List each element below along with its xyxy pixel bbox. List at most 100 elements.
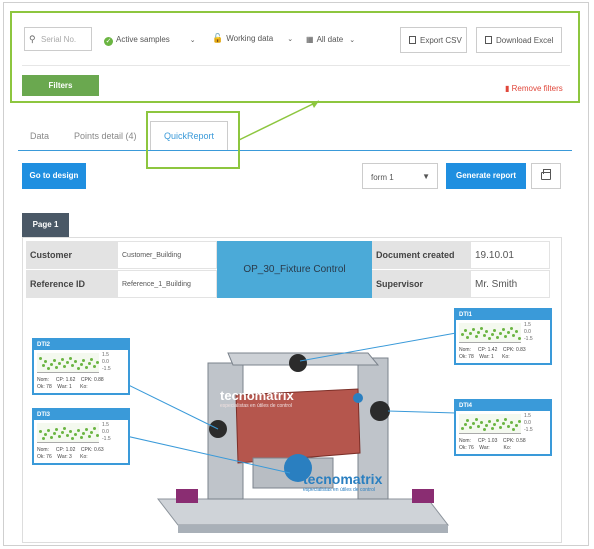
active-samples-dropdown[interactable]: ✓ Active samples ⌄	[104, 35, 196, 46]
supervisor-label: Supervisor	[372, 270, 470, 298]
trend-point	[93, 365, 96, 368]
trend-point	[515, 330, 518, 333]
logo-upper: tecnomatrix especialistas en útiles de c…	[220, 388, 330, 409]
trend-point	[493, 329, 497, 332]
chevron-down-icon: ⌄	[287, 36, 294, 43]
tab-data[interactable]: Data	[30, 131, 49, 141]
trend-point	[52, 359, 56, 362]
filter-panel: ⚲ Serial No. ✓ Active samples ⌄ 🔓 Working d…	[10, 11, 580, 103]
trend-point	[66, 361, 69, 364]
trend-point	[87, 435, 91, 438]
serial-number-input[interactable]: ⚲ Serial No.	[24, 27, 92, 51]
supervisor-value: Mr. Smith	[470, 270, 550, 298]
print-button[interactable]	[531, 163, 561, 189]
trend-point	[474, 335, 478, 338]
trend-point	[71, 364, 75, 367]
trend-point	[466, 336, 470, 339]
page-tab[interactable]: Page 1	[22, 213, 69, 237]
chevron-down-icon: ⌄	[189, 37, 196, 44]
working-data-dropdown[interactable]: 🔓 Working data ⌄	[212, 33, 293, 44]
trend-point	[471, 328, 475, 331]
trend-point	[461, 333, 464, 336]
trend-point	[47, 367, 51, 370]
export-csv-button[interactable]: Export CSV	[400, 27, 467, 53]
dti-scale: 1.5 0.0 -1.5	[524, 413, 533, 433]
logo-lower: tecnomatrix especialistas en útiles de c…	[303, 471, 423, 493]
trend-point	[471, 422, 475, 425]
dti-card[interactable]: DTI3 1.5 0.0 -1.5 Nom: CP: 1.02 CPK: 0.6…	[32, 408, 130, 465]
tab-points-detail[interactable]: Points detail (4)	[74, 131, 137, 141]
filters-button[interactable]: Filters	[22, 75, 99, 96]
download-excel-label: Download Excel	[496, 36, 554, 45]
trend-point	[517, 337, 521, 340]
trend-point	[90, 431, 94, 434]
trend-point	[47, 429, 51, 432]
trend-point	[55, 428, 59, 431]
trend-point	[493, 423, 497, 426]
dti-card-title: DTI2	[34, 340, 128, 350]
trend-point	[60, 431, 64, 434]
trend-point	[485, 424, 489, 427]
dti-stats: Nom: CP: 1.62 CPK: 0.88 Ok: 78 War: 1 Ko…	[37, 377, 104, 390]
dti-card[interactable]: DTI4 1.5 0.0 -1.5 Nom: CP: 1.03 CPK: 0.5…	[454, 399, 552, 456]
trend-point	[506, 425, 510, 428]
trend-point	[44, 433, 48, 436]
dti-card-title: DTI4	[456, 401, 550, 411]
trend-point	[485, 330, 489, 333]
trend-point	[68, 430, 72, 433]
trend-point	[90, 358, 94, 361]
trend-point	[76, 367, 80, 370]
operation-title: OP_30_Fixture Control	[217, 241, 372, 298]
trend-point	[57, 362, 61, 365]
search-icon: ⚲	[29, 34, 36, 44]
trend-point	[39, 357, 42, 360]
calendar-icon: ▦	[306, 35, 314, 44]
divider	[22, 65, 570, 66]
tabs-underline	[18, 150, 572, 151]
dti-card[interactable]: DTI1 1.5 0.0 -1.5 Nom: CP: 1.42 CPK: 0.8…	[454, 308, 552, 365]
trend-point	[41, 364, 45, 367]
trend-point	[517, 420, 521, 423]
active-samples-label: Active samples	[116, 35, 170, 44]
document-created-value: 19.10.01	[470, 241, 550, 269]
export-csv-label: Export CSV	[420, 36, 462, 45]
logo-tagline: especialistas en útiles de control	[220, 403, 292, 409]
trend-point	[501, 328, 505, 331]
trend-point	[496, 336, 500, 339]
reference-id-label: Reference ID	[26, 270, 117, 298]
trend-point	[477, 425, 481, 428]
dti-stats: Nom: CP: 1.42 CPK: 0.83 Ok: 78 War: 1 Ko…	[459, 347, 526, 360]
lock-icon: 🔓	[212, 33, 224, 43]
form-select-value: form 1	[371, 173, 394, 182]
dti-scale: 1.5 0.0 -1.5	[524, 322, 533, 342]
fixture-illustration: tecnomatrix especialistas en útiles de c…	[28, 303, 558, 543]
date-range-dropdown[interactable]: ▦ All date ⌄	[306, 35, 355, 44]
printer-icon	[541, 169, 551, 180]
customer-value: Customer_Building	[117, 241, 217, 269]
remove-filters-label: Remove filters	[511, 84, 563, 93]
generate-report-button[interactable]: Generate report	[446, 163, 526, 189]
form-select[interactable]: form 1 ▼	[362, 163, 438, 189]
trend-point	[501, 422, 505, 425]
trend-point	[60, 358, 64, 361]
app-window: ⚲ Serial No. ✓ Active samples ⌄ 🔓 Working d…	[3, 2, 589, 546]
serial-number-placeholder: Serial No.	[41, 35, 77, 44]
working-data-label: Working data	[226, 34, 274, 43]
trend-point	[87, 362, 91, 365]
dti-card[interactable]: DTI2 1.5 0.0 -1.5 Nom: CP: 1.62 CPK: 0.8…	[32, 338, 130, 395]
trend-point	[84, 428, 88, 431]
remove-filters-link[interactable]: ▮ Remove filters	[505, 84, 563, 93]
trend-point	[512, 428, 516, 431]
dti-stats: Nom: CP: 1.03 CPK: 0.58 Ok: 76 War: Ko:	[459, 438, 526, 451]
download-excel-button[interactable]: Download Excel	[476, 27, 562, 53]
trend-point	[63, 365, 67, 368]
trend-point	[76, 429, 80, 432]
trend-sparkline	[459, 323, 521, 343]
go-to-design-button[interactable]: Go to design	[22, 163, 86, 189]
highlight-callout	[146, 111, 240, 169]
all-date-label: All date	[316, 35, 344, 44]
trend-point	[84, 366, 88, 369]
trend-point	[498, 332, 502, 335]
trend-point	[41, 437, 45, 440]
trend-point	[512, 334, 516, 337]
